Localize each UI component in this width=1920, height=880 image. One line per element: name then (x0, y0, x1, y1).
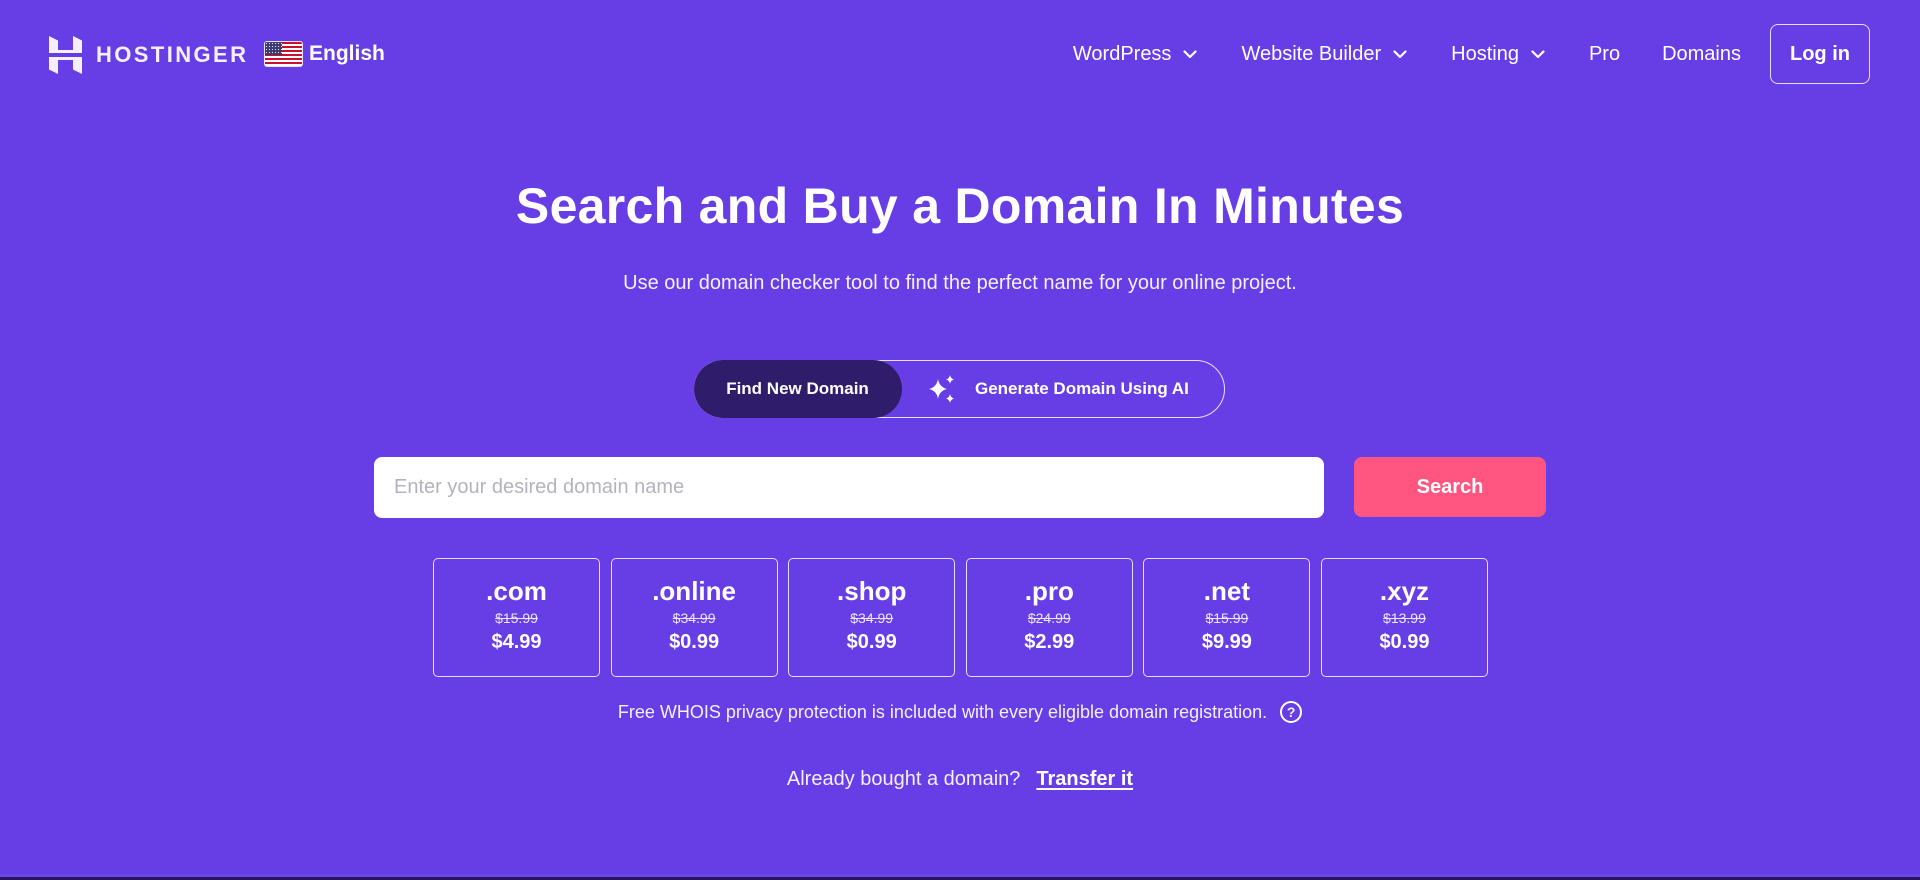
us-flag-icon (264, 41, 303, 67)
nav-item-wordpress[interactable]: WordPress (1073, 43, 1198, 66)
tab-label: Find New Domain (726, 378, 869, 398)
tab-generate-domain-ai[interactable]: Generate Domain Using AI (927, 361, 1189, 416)
nav-item-label: WordPress (1072, 42, 1172, 65)
page-subtitle: Use our domain checker tool to find the … (623, 272, 1297, 294)
tld-old-price: $13.99 (1383, 610, 1426, 626)
nav-item-label: Domains (1662, 42, 1741, 65)
chevron-down-icon (1531, 49, 1545, 58)
nav-item-label: Hosting (1451, 42, 1519, 65)
tld-price-list: .com $15.99 $4.99 .online $34.99 $0.99 .… (433, 558, 1488, 677)
site-header: HOSTINGER English WordPress Website Buil… (0, 0, 1920, 110)
tld-price: $0.99 (669, 631, 720, 653)
tld-name: .online (652, 576, 736, 606)
sparkles-icon (929, 374, 954, 403)
nav-item-domains[interactable]: Domains (1662, 43, 1741, 66)
tld-price: $4.99 (491, 631, 542, 653)
tld-card-com[interactable]: .com $15.99 $4.99 (433, 558, 600, 677)
tld-price: $9.99 (1201, 631, 1252, 653)
hostinger-logo-icon (49, 36, 82, 74)
tld-name: .pro (1024, 576, 1074, 606)
login-button[interactable]: Log in (1770, 24, 1870, 84)
tld-old-price: $34.99 (672, 610, 716, 626)
transfer-prompt: Already bought a domain? Transfer it (0, 768, 1920, 791)
tld-price: $0.99 (846, 631, 897, 653)
tld-card-online[interactable]: .online $34.99 $0.99 (610, 558, 778, 677)
transfer-link[interactable]: Transfer it (1036, 768, 1133, 791)
tld-name: .xyz (1379, 576, 1430, 606)
transfer-prompt-text: Already bought a domain? (786, 768, 1021, 790)
tld-card-net[interactable]: .net $15.99 $9.99 (1143, 558, 1311, 677)
whois-note-text: Free WHOIS privacy protection is include… (617, 701, 1268, 722)
language-selector[interactable]: English (264, 41, 385, 67)
tld-old-price: $34.99 (850, 610, 894, 626)
tld-price: $2.99 (1024, 631, 1075, 653)
main-nav: WordPress Website Builder Hosting Pro Do… (1073, 24, 1870, 84)
tld-price: $0.99 (1379, 631, 1430, 653)
nav-item-pro[interactable]: Pro (1589, 43, 1620, 66)
brand-name: HOSTINGER (96, 42, 249, 67)
nav-item-label: Pro (1588, 42, 1621, 65)
chevron-down-icon (1183, 49, 1198, 58)
tab-find-new-domain[interactable]: Find New Domain (693, 359, 902, 418)
search-mode-toggle: Find New Domain Generate Domain Using AI (693, 359, 1225, 418)
nav-item-label: Website Builder (1241, 42, 1382, 65)
domain-search-input[interactable] (374, 457, 1324, 518)
tld-old-price: $24.99 (1027, 610, 1071, 626)
language-label: English (309, 42, 385, 65)
tld-name: .shop (837, 576, 907, 606)
tab-label: Generate Domain Using AI (975, 378, 1189, 398)
tld-card-shop[interactable]: .shop $34.99 $0.99 (788, 558, 956, 677)
chevron-down-icon (1393, 49, 1407, 58)
nav-item-hosting[interactable]: Hosting (1451, 43, 1545, 66)
search-button[interactable]: Search (1354, 457, 1546, 517)
tld-card-xyz[interactable]: .xyz $13.99 $0.99 (1320, 558, 1488, 677)
tld-old-price: $15.99 (495, 610, 538, 626)
tld-old-price: $15.99 (1205, 610, 1249, 626)
nav-item-website-builder[interactable]: Website Builder (1241, 43, 1407, 66)
tld-name: .com (486, 576, 547, 606)
hostinger-logo[interactable]: HOSTINGER (49, 36, 248, 74)
help-icon[interactable]: ? (1280, 701, 1303, 723)
tld-card-pro[interactable]: .pro $24.99 $2.99 (965, 558, 1133, 677)
page-title: Search and Buy a Domain In Minutes (515, 178, 1405, 234)
whois-note: Free WHOIS privacy protection is include… (0, 701, 1920, 723)
tld-name: .net (1203, 576, 1250, 606)
